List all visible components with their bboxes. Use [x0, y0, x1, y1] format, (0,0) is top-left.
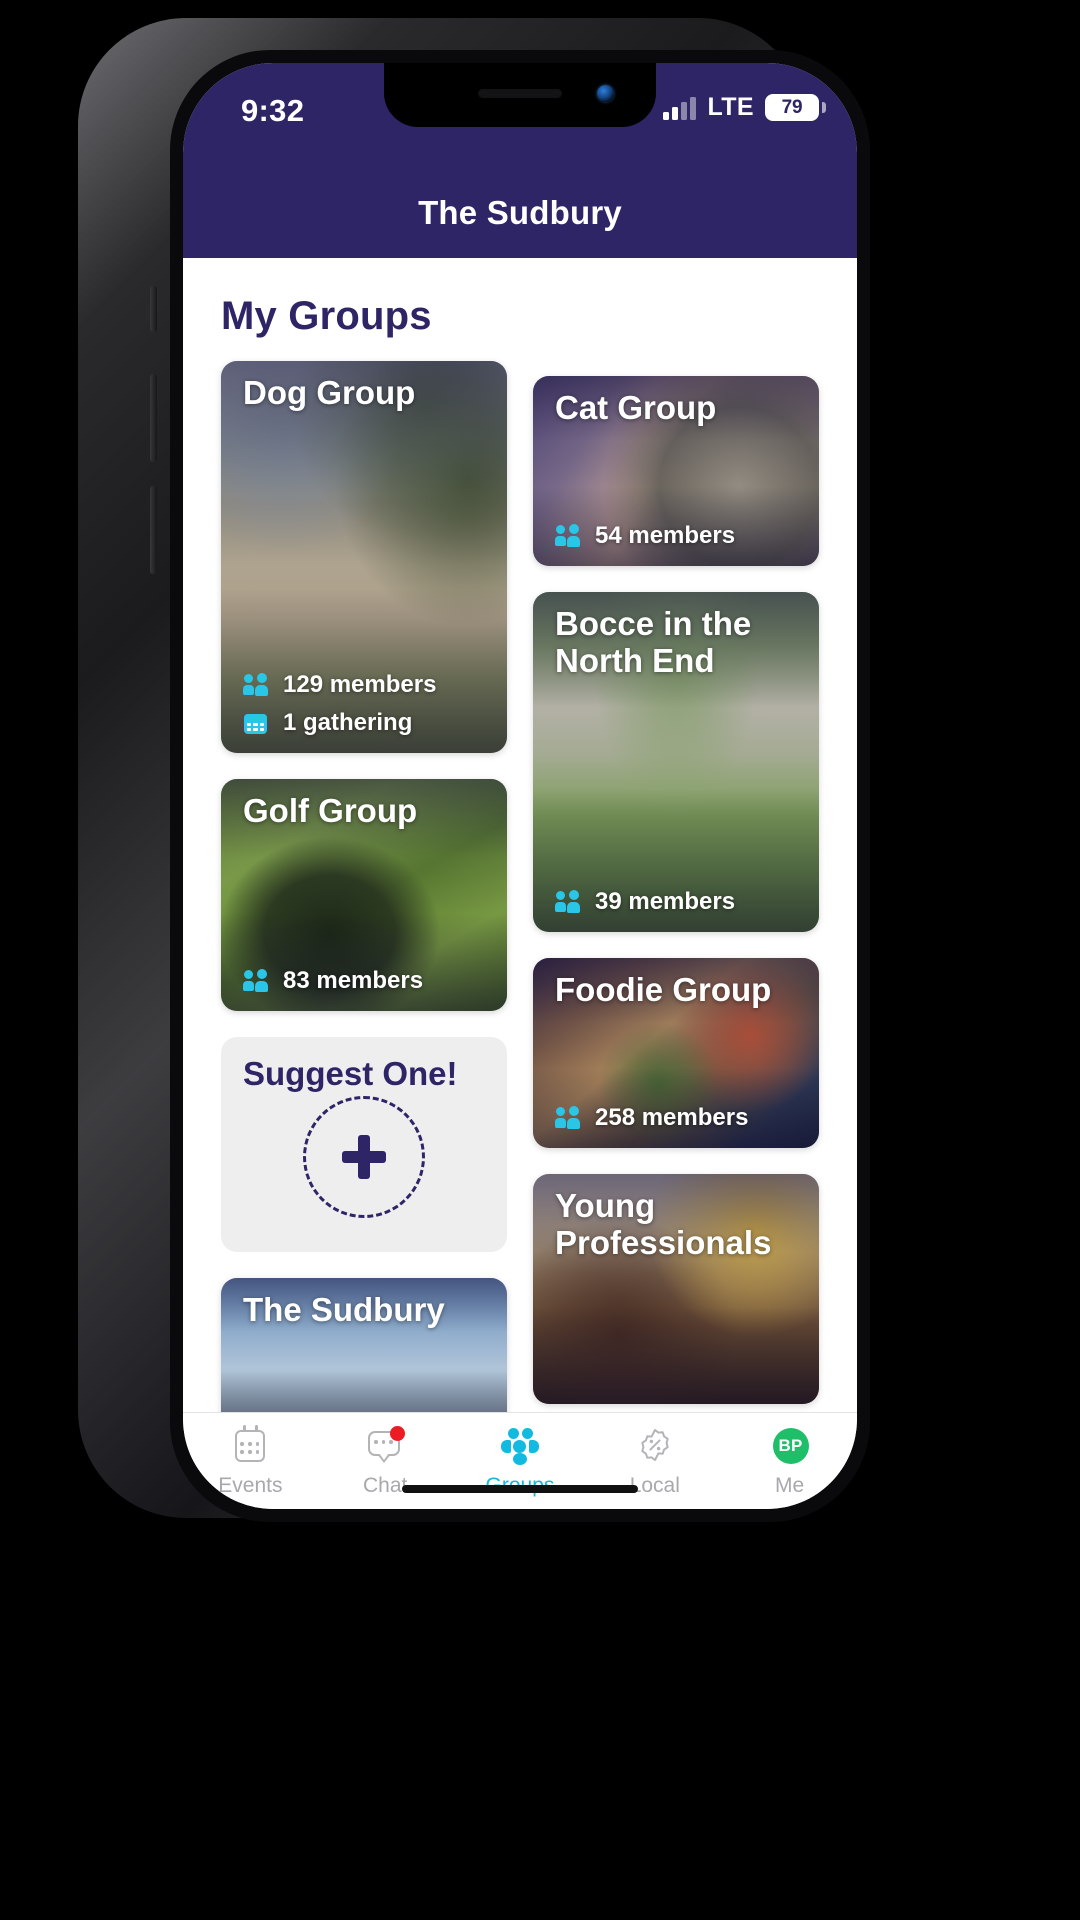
screenshot-stage: 9:32 LTE 79 The Sudbury My Groups Dog Gr… — [0, 0, 1080, 1920]
battery-icon: 79 — [765, 94, 826, 121]
calendar-icon — [243, 711, 269, 735]
plus-icon — [338, 1131, 390, 1183]
people-icon — [243, 969, 269, 993]
group-card-dog-group[interactable]: Dog Group 129 members 1 gathering — [221, 361, 507, 753]
phone-frame: 9:32 LTE 79 The Sudbury My Groups Dog Gr… — [78, 18, 870, 1522]
group-card-the-sudbury[interactable]: The Sudbury — [221, 1278, 507, 1412]
people-icon — [555, 524, 581, 548]
app-header: The Sudbury — [183, 168, 857, 258]
volume-down-button[interactable] — [150, 486, 157, 574]
people-icon — [555, 1106, 581, 1130]
group-card-cat-group[interactable]: Cat Group 54 members — [533, 376, 819, 566]
avatar-initials: BP — [772, 1428, 809, 1464]
group-card-title: Cat Group — [555, 389, 717, 426]
group-card-meta: 39 members — [555, 888, 805, 916]
people-icon — [555, 890, 581, 914]
tab-label: Me — [774, 1474, 805, 1497]
status-bar-indicators: LTE 79 — [663, 93, 826, 122]
group-card-meta: 258 members — [555, 1104, 805, 1132]
add-group-circle[interactable] — [303, 1096, 425, 1219]
group-card-gatherings-row: 1 gathering — [243, 709, 493, 737]
groups-grid: Dog Group 129 members 1 gathering Golf G… — [183, 339, 857, 1412]
groups-icon — [499, 1425, 541, 1467]
tab-me[interactable]: BP Me — [722, 1425, 857, 1498]
group-card-members-count: 258 members — [595, 1104, 749, 1131]
tab-label: Events — [218, 1474, 283, 1497]
suggest-group-card[interactable]: Suggest One! — [221, 1037, 507, 1252]
group-card-bocce-in-the-north-end[interactable]: Bocce in the North End 39 members — [533, 592, 819, 932]
calendar-icon — [229, 1425, 271, 1467]
group-card-members-row: 129 members — [243, 671, 493, 699]
device-notch — [384, 63, 656, 127]
notification-badge-dot — [390, 1426, 406, 1441]
people-icon — [243, 673, 269, 697]
groups-scroll-area[interactable]: My Groups Dog Group 129 members 1 gather… — [183, 258, 857, 1412]
group-card-foodie-group[interactable]: Foodie Group 258 members — [533, 958, 819, 1148]
group-card-golf-group[interactable]: Golf Group 83 members — [221, 779, 507, 1011]
group-card-members-count: 54 members — [595, 522, 736, 549]
groups-column-right: Cat Group 54 members Bocce in the North … — [533, 361, 819, 1412]
group-card-young-professionals[interactable]: Young Professionals — [533, 1174, 819, 1404]
group-card-members-row: 83 members — [243, 967, 493, 995]
group-card-members-row: 39 members — [555, 888, 805, 916]
network-type-label: LTE — [707, 93, 754, 121]
page-title: The Sudbury — [418, 194, 622, 231]
chat-bubble-icon — [364, 1425, 406, 1467]
group-card-members-count: 39 members — [595, 888, 736, 915]
group-card-meta: 54 members — [555, 522, 805, 550]
group-card-members-row: 258 members — [555, 1104, 805, 1132]
tab-label: Chat — [363, 1474, 408, 1497]
avatar-icon: BP — [769, 1425, 811, 1467]
volume-up-button[interactable] — [150, 374, 157, 462]
home-indicator[interactable] — [402, 1485, 638, 1493]
group-card-title: Golf Group — [243, 792, 418, 829]
earpiece-speaker — [478, 89, 562, 98]
group-card-members-row: 54 members — [555, 522, 805, 550]
tab-events[interactable]: Events — [183, 1425, 318, 1498]
group-card-title: The Sudbury — [243, 1291, 445, 1328]
group-card-meta: 83 members — [243, 967, 493, 995]
status-bar-clock: 9:32 — [241, 93, 305, 128]
group-card-meta: 129 members 1 gathering — [243, 671, 493, 737]
groups-column-left: Dog Group 129 members 1 gathering Golf G… — [221, 361, 507, 1412]
suggest-group-title: Suggest One! — [243, 1055, 458, 1092]
group-card-members-count: 83 members — [283, 967, 424, 994]
cellular-signal-icon — [663, 96, 697, 120]
section-heading: My Groups — [221, 294, 432, 338]
mute-switch-button[interactable] — [150, 286, 157, 332]
battery-percent-label: 79 — [781, 96, 803, 118]
group-card-title: Bocce in the North End — [555, 605, 752, 679]
group-card-title: Foodie Group — [555, 971, 772, 1008]
discount-tag-icon — [634, 1425, 676, 1467]
phone-screen: 9:32 LTE 79 The Sudbury My Groups Dog Gr… — [183, 63, 857, 1509]
front-camera-icon — [597, 85, 614, 102]
group-card-gatherings-count: 1 gathering — [283, 709, 413, 736]
group-card-title: Dog Group — [243, 374, 416, 411]
group-card-title: Young Professionals — [555, 1187, 772, 1261]
bottom-tab-bar: Events Chat Groups — [183, 1412, 857, 1509]
group-card-members-count: 129 members — [283, 671, 437, 698]
